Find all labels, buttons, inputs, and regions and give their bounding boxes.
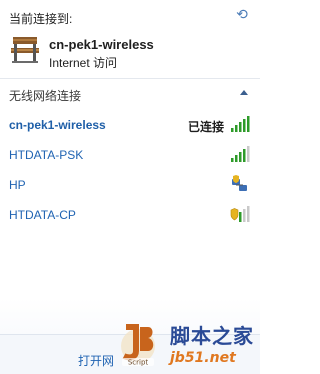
network-name: cn-pek1-wireless xyxy=(9,118,106,132)
network-item[interactable]: cn-pek1-wireless 已连接 xyxy=(0,112,260,138)
current-network-status: Internet 访问 xyxy=(49,56,118,70)
network-status: 已连接 xyxy=(187,120,224,134)
network-name: HP xyxy=(9,178,26,192)
chevron-up-icon[interactable] xyxy=(240,90,248,95)
current-connection-label: 当前连接到: xyxy=(9,12,73,26)
divider xyxy=(0,78,260,79)
watermark-url: jb51.net xyxy=(170,350,236,366)
refresh-icon[interactable]: ⟲ xyxy=(234,6,250,22)
adhoc-network-icon xyxy=(232,175,247,191)
watermark: Script 脚本之家 jb51.net xyxy=(118,318,260,373)
current-network-name: cn-pek1-wireless xyxy=(49,37,154,52)
jb51-logo: Script xyxy=(121,324,155,367)
watermark-title: 脚本之家 xyxy=(170,324,254,348)
network-item[interactable]: HTDATA-CP xyxy=(0,202,260,228)
network-name: HTDATA-CP xyxy=(9,208,76,222)
section-title: 无线网络连接 xyxy=(9,89,82,103)
network-item[interactable]: HTDATA-PSK xyxy=(0,142,260,168)
signal-strength-icon xyxy=(231,146,250,162)
network-item[interactable]: HP xyxy=(0,172,260,198)
wireless-section-header[interactable]: 无线网络连接 xyxy=(0,84,260,104)
open-network-center-link[interactable]: 打开网 xyxy=(78,352,114,369)
current-network: cn-pek1-wireless Internet 访问 xyxy=(0,29,260,73)
bench-icon xyxy=(11,37,39,63)
svg-text:Script: Script xyxy=(128,359,149,367)
wifi-flyout-panel: 当前连接到: ⟲ cn-pek1-wireless Internet 访问 无线… xyxy=(0,0,260,374)
network-name: HTDATA-PSK xyxy=(9,148,84,162)
signal-strength-icon xyxy=(231,116,250,132)
secured-signal-icon xyxy=(230,206,250,222)
